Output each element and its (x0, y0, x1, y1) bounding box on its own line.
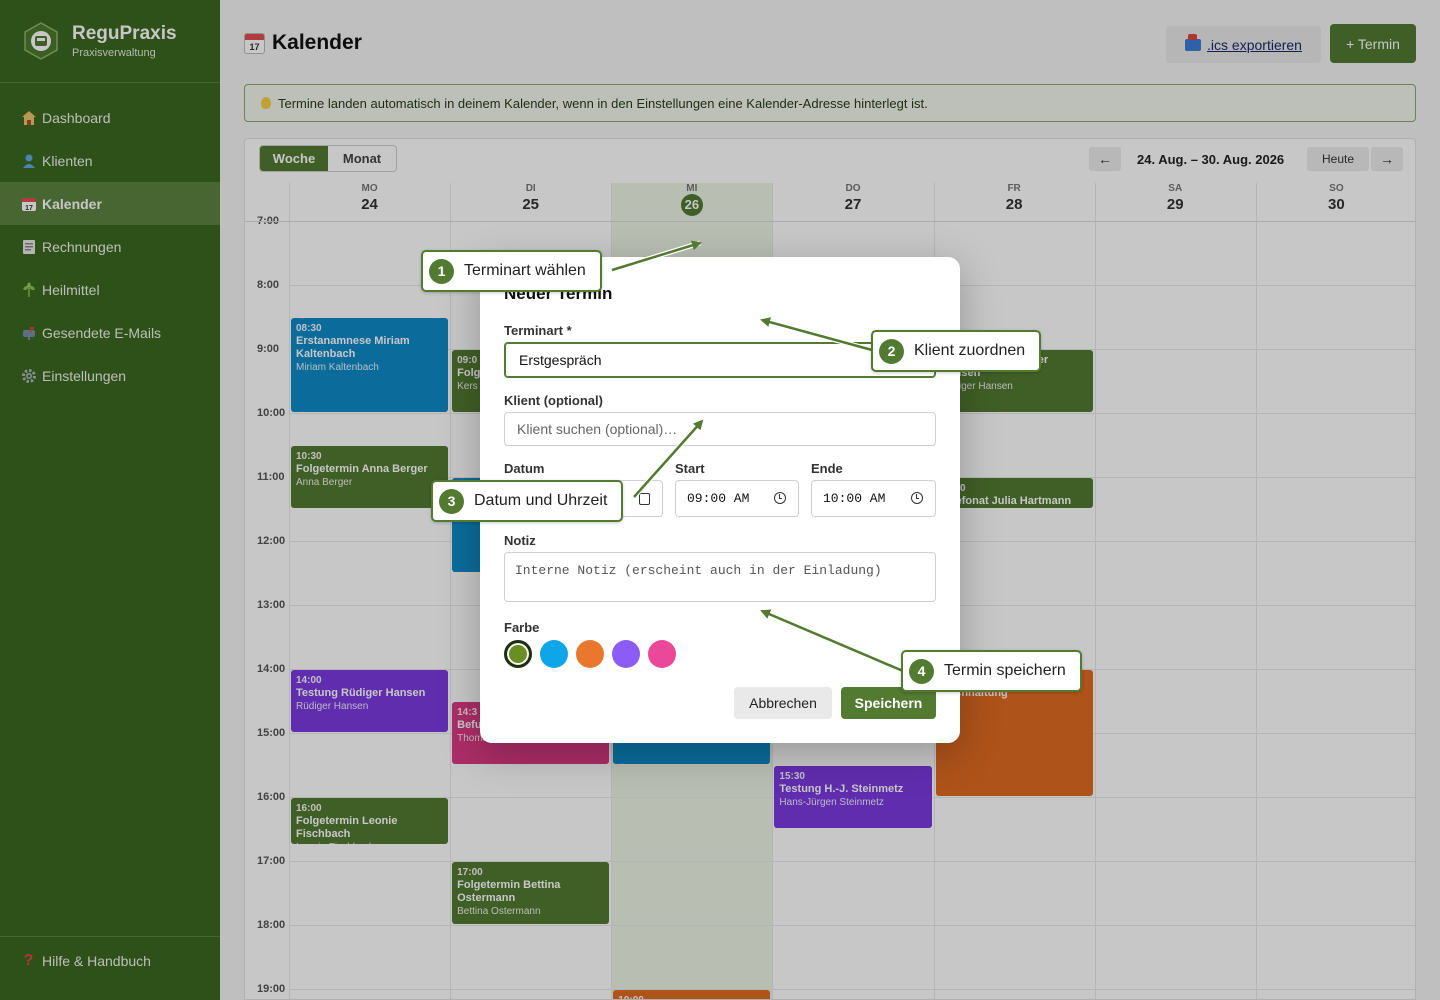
callout-2: 2 Klient zuordnen (871, 330, 1042, 372)
cancel-button[interactable]: Abbrechen (734, 687, 832, 719)
color-label: Farbe (504, 620, 540, 635)
end-time-input[interactable]: 10:00 AM (811, 480, 936, 517)
callout-number: 4 (909, 658, 934, 684)
color-swatch[interactable] (540, 640, 568, 668)
color-swatch[interactable] (612, 640, 640, 668)
callout-text: Termin speichern (944, 662, 1066, 679)
note-textarea[interactable]: Interne Notiz (erscheint auch in der Ein… (504, 552, 936, 602)
appointment-type-value: Erstgespräch (519, 352, 602, 368)
callout-1: 1 Terminart wählen (421, 250, 602, 292)
end-label: Ende (811, 461, 843, 476)
end-time-value: 10:00 AM (823, 491, 886, 506)
note-placeholder: Interne Notiz (erscheint auch in der Ein… (515, 563, 882, 578)
color-swatch[interactable] (648, 640, 676, 668)
clock-icon[interactable] (774, 492, 786, 504)
callout-text: Terminart wählen (464, 262, 586, 279)
calendar-picker-icon[interactable] (639, 493, 650, 505)
client-search-placeholder: Klient suchen (optional)… (517, 421, 678, 437)
callout-number: 3 (439, 488, 464, 514)
callout-3: 3 Datum und Uhrzeit (431, 480, 624, 522)
callout-number: 1 (429, 258, 454, 284)
client-search-input[interactable]: Klient suchen (optional)… (504, 412, 936, 446)
date-label: Datum (504, 461, 545, 476)
note-label: Notiz (504, 533, 536, 548)
color-swatch[interactable] (576, 640, 604, 668)
client-label: Klient (optional) (504, 393, 603, 408)
start-label: Start (675, 461, 705, 476)
callout-text: Klient zuordnen (914, 342, 1026, 359)
callout-number: 2 (879, 338, 904, 364)
start-time-input[interactable]: 09:00 AM (675, 480, 799, 517)
callout-text: Datum und Uhrzeit (474, 492, 608, 509)
callout-4: 4 Termin speichern (901, 650, 1082, 692)
type-label: Terminart * (504, 323, 572, 338)
clock-icon[interactable] (911, 492, 923, 504)
start-time-value: 09:00 AM (687, 491, 750, 506)
color-swatch[interactable] (504, 640, 532, 668)
